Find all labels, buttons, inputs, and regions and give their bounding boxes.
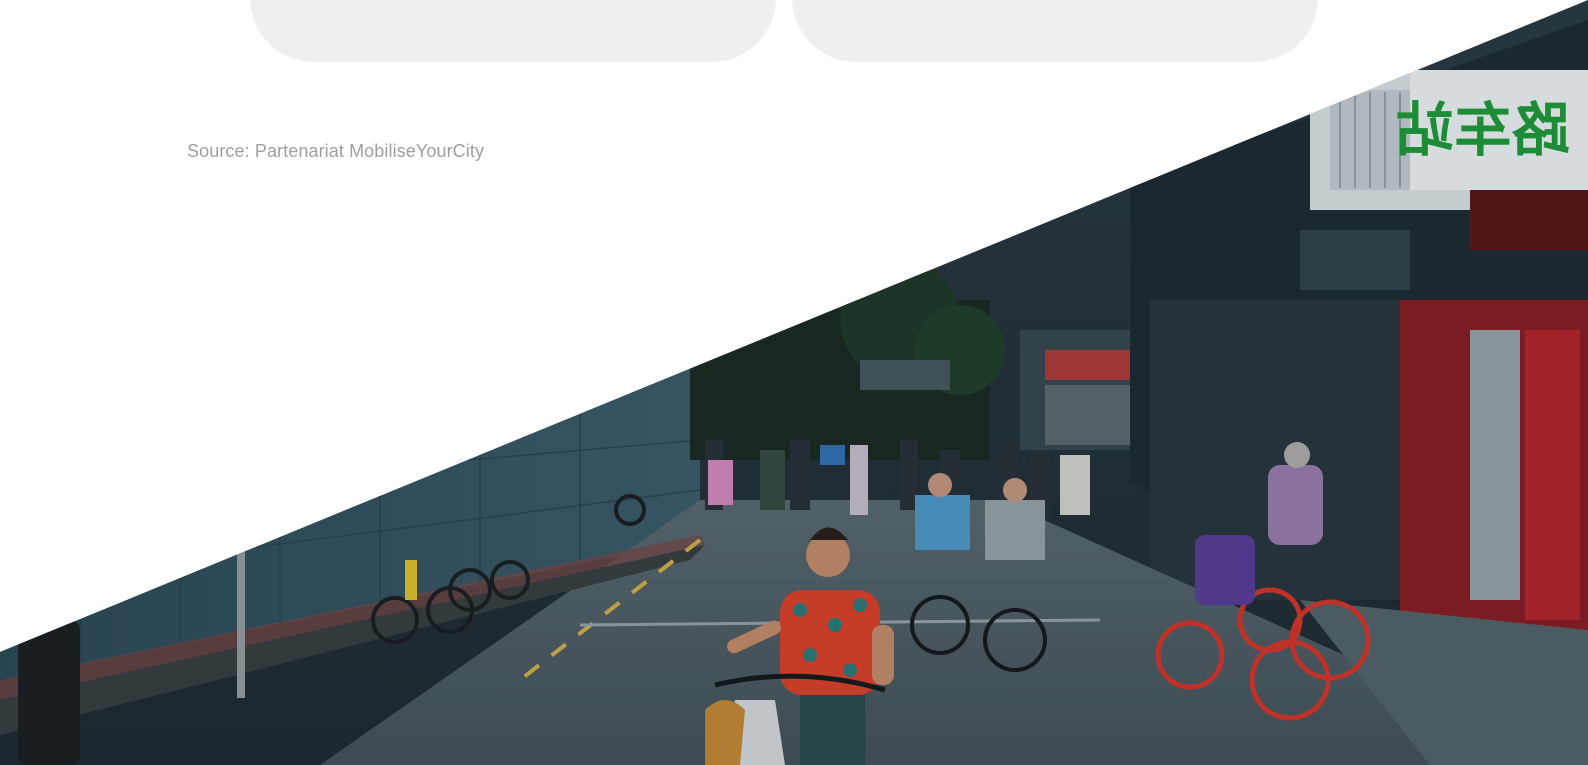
street-scene-photo: 路车站 (0, 0, 1588, 765)
